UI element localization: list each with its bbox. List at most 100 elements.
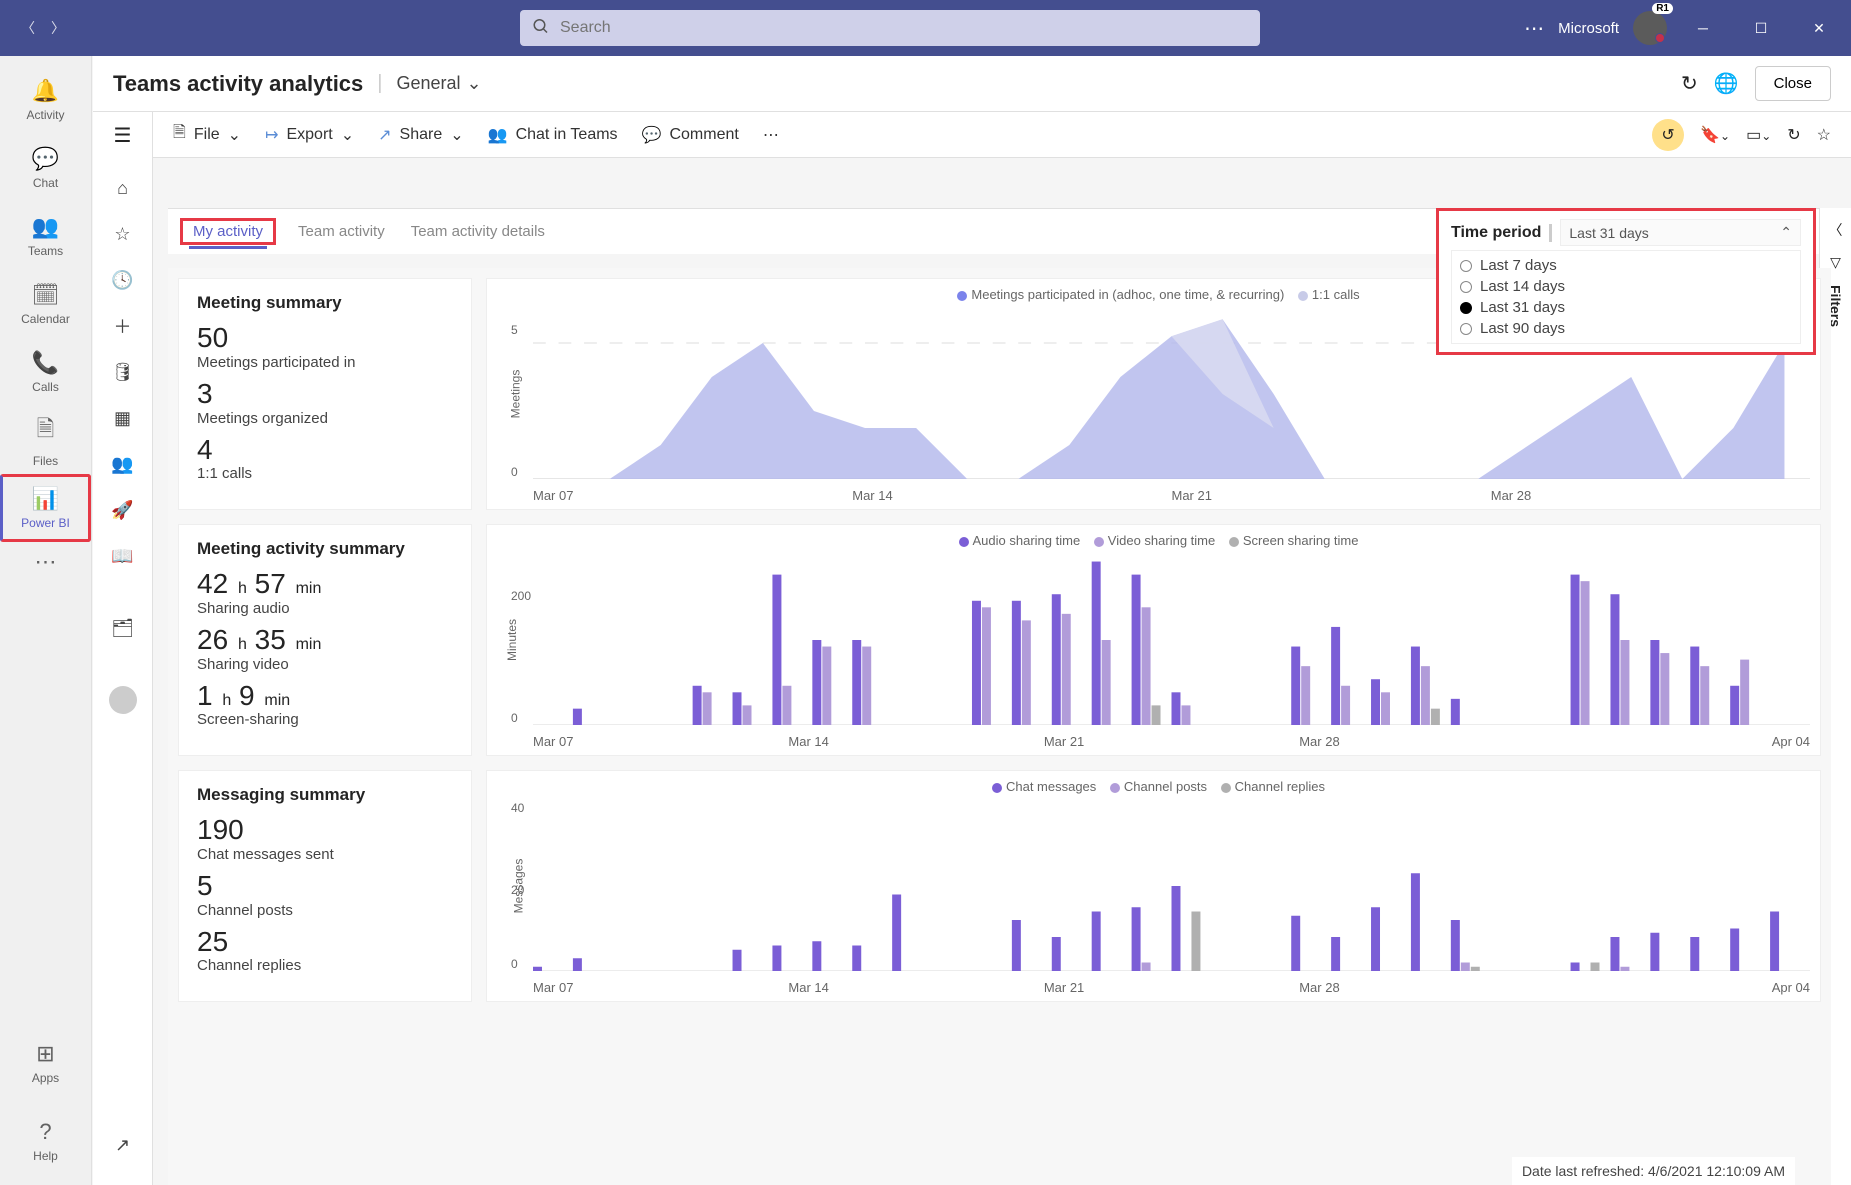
export-icon: ↦: [265, 125, 278, 145]
bookmark-icon[interactable]: 🔖⌄: [1700, 125, 1730, 145]
comment-icon: 💬: [642, 125, 662, 145]
rocket-icon: 🚀: [111, 500, 133, 521]
star-icon: ☆: [114, 224, 130, 245]
nav-workspace-stack[interactable]: 🗂: [103, 608, 143, 648]
messaging-summary-card: Messaging summary 190 Chat messages sent…: [178, 770, 472, 1002]
maximize-button[interactable]: ☐: [1739, 6, 1783, 50]
x-tick: Mar 28: [1299, 734, 1554, 749]
reset-button[interactable]: ↺: [1652, 119, 1684, 151]
y-tick: 5: [511, 323, 518, 337]
report-toolbar: 🗎File⌄ ↦ Export ⌄ ↗Share⌄ 👥Chat in Teams 💬…: [153, 112, 1851, 158]
rail-calls[interactable]: 📞Calls: [0, 338, 91, 406]
rail-activity[interactable]: 🔔Activity: [0, 66, 91, 134]
file-menu[interactable]: 🗎File⌄: [173, 121, 241, 148]
rail-apps[interactable]: ⊞Apps: [0, 1029, 91, 1097]
minimize-button[interactable]: ─: [1681, 6, 1725, 50]
x-tick: Mar 28: [1491, 488, 1810, 503]
x-axis: Mar 07 Mar 14 Mar 21 Mar 28 Apr 04: [533, 734, 1810, 749]
card-title: Messaging summary: [197, 785, 453, 805]
nav-back-button[interactable]: 〈: [16, 16, 40, 40]
toolbar-more[interactable]: ⋯: [763, 125, 779, 145]
stat-value: 3: [197, 379, 453, 410]
stat-label: 1:1 calls: [197, 465, 453, 482]
nav-recent[interactable]: 🕓: [103, 260, 143, 300]
powerbi-nav: ⌂ ☆ 🕓 ＋ 🛢 ▦ 👥 🚀 📖 🗂 ↗: [93, 158, 153, 1185]
stat-label: Meetings organized: [197, 410, 453, 427]
option-label: Last 14 days: [1480, 278, 1565, 295]
legend-label: 1:1 calls: [1312, 287, 1360, 302]
x-tick: Apr 04: [1555, 734, 1810, 749]
toolbar-label: Export: [286, 126, 332, 144]
toolbar-label: Share: [400, 126, 443, 144]
export-menu[interactable]: ↦Export⌄: [265, 125, 354, 145]
star-icon[interactable]: ☆: [1817, 125, 1831, 145]
nav-profile[interactable]: [103, 680, 143, 720]
meeting-activity-card: Meeting activity summary 42 h 57 min Sha…: [178, 524, 472, 756]
rail-powerbi[interactable]: 📊Power BI: [0, 474, 91, 542]
nav-forward-button[interactable]: 〉: [46, 16, 70, 40]
stat-label: Meetings participated in: [197, 354, 453, 371]
legend-dot-icon: [1221, 783, 1231, 793]
tab-team-activity-details[interactable]: Team activity details: [407, 217, 549, 246]
rail-files[interactable]: 🗎Files: [0, 406, 91, 474]
rail-calendar[interactable]: 🗓Calendar: [0, 270, 91, 338]
nav-datasets[interactable]: 🛢: [103, 352, 143, 392]
meeting-summary-card: Meeting summary 50 Meetings participated…: [178, 278, 472, 510]
toolbar-label: File: [194, 126, 220, 144]
nav-home[interactable]: ⌂: [103, 168, 143, 208]
option-label: Last 7 days: [1480, 257, 1557, 274]
close-window-button[interactable]: ✕: [1797, 6, 1841, 50]
stat-label: Sharing video: [197, 656, 453, 673]
x-tick: Mar 07: [533, 980, 788, 995]
refresh-icon[interactable]: ↻: [1681, 71, 1698, 96]
y-tick: 20: [511, 883, 524, 897]
time-option-31[interactable]: Last 31 days: [1460, 297, 1792, 318]
nav-shared[interactable]: 👥: [103, 444, 143, 484]
messages-bar-chart[interactable]: Chat messages Channel posts Channel repl…: [486, 770, 1821, 1002]
time-period-options: Last 7 days Last 14 days Last 31 days La…: [1451, 250, 1801, 344]
tab-my-activity[interactable]: My activity: [189, 217, 267, 249]
nav-learn[interactable]: 🚀: [103, 490, 143, 530]
tab-team-activity[interactable]: Team activity: [294, 217, 389, 246]
time-option-14[interactable]: Last 14 days: [1460, 276, 1792, 297]
share-menu[interactable]: ↗Share⌄: [378, 125, 464, 145]
rail-teams[interactable]: 👥Teams: [0, 202, 91, 270]
view-icon[interactable]: ▭⌄: [1746, 125, 1771, 145]
home-icon: ⌂: [117, 178, 128, 199]
stat-label: Screen-sharing: [197, 711, 453, 728]
hamburger-icon[interactable]: ☰: [114, 123, 132, 148]
y-tick: 0: [511, 465, 518, 479]
refresh-visual-icon[interactable]: ↻: [1787, 125, 1800, 145]
close-tab-button[interactable]: Close: [1755, 66, 1831, 101]
time-period-dropdown[interactable]: Last 31 days ⌃: [1560, 219, 1801, 246]
presence-busy-icon: [1655, 33, 1665, 43]
rail-label: Calls: [32, 380, 59, 394]
legend-dot-icon: [1229, 537, 1239, 547]
nav-apps[interactable]: ▦: [103, 398, 143, 438]
chart-legend: Chat messages Channel posts Channel repl…: [487, 779, 1820, 794]
nav-workspaces[interactable]: 📖: [103, 536, 143, 576]
more-icon[interactable]: ⋯: [1524, 16, 1544, 41]
rail-more[interactable]: ⋯: [0, 542, 91, 582]
legend-dot-icon: [1298, 291, 1308, 301]
x-tick: Mar 28: [1299, 980, 1554, 995]
tab-label: General: [397, 73, 461, 94]
clock-icon: 🕓: [111, 270, 133, 291]
user-avatar[interactable]: R1: [1633, 11, 1667, 45]
chat-in-teams-button[interactable]: 👥Chat in Teams: [488, 125, 618, 145]
nav-favorites[interactable]: ☆: [103, 214, 143, 254]
rail-chat[interactable]: 💬Chat: [0, 134, 91, 202]
tab-general[interactable]: General ⌄: [397, 73, 482, 94]
time-option-90[interactable]: Last 90 days: [1460, 318, 1792, 339]
chevron-down-icon: ⌄: [1720, 129, 1730, 143]
popout-button[interactable]: ↗: [103, 1125, 143, 1165]
time-option-7[interactable]: Last 7 days: [1460, 255, 1792, 276]
nav-create[interactable]: ＋: [103, 306, 143, 346]
comment-button[interactable]: 💬Comment: [642, 125, 739, 145]
search-input[interactable]: [520, 10, 1260, 46]
rail-help[interactable]: ?Help: [0, 1107, 91, 1175]
stat-label: Sharing audio: [197, 600, 453, 617]
globe-icon[interactable]: 🌐: [1714, 71, 1739, 96]
minutes-bar-chart[interactable]: Audio sharing time Video sharing time Sc…: [486, 524, 1821, 756]
legend-label: Channel posts: [1124, 779, 1207, 794]
